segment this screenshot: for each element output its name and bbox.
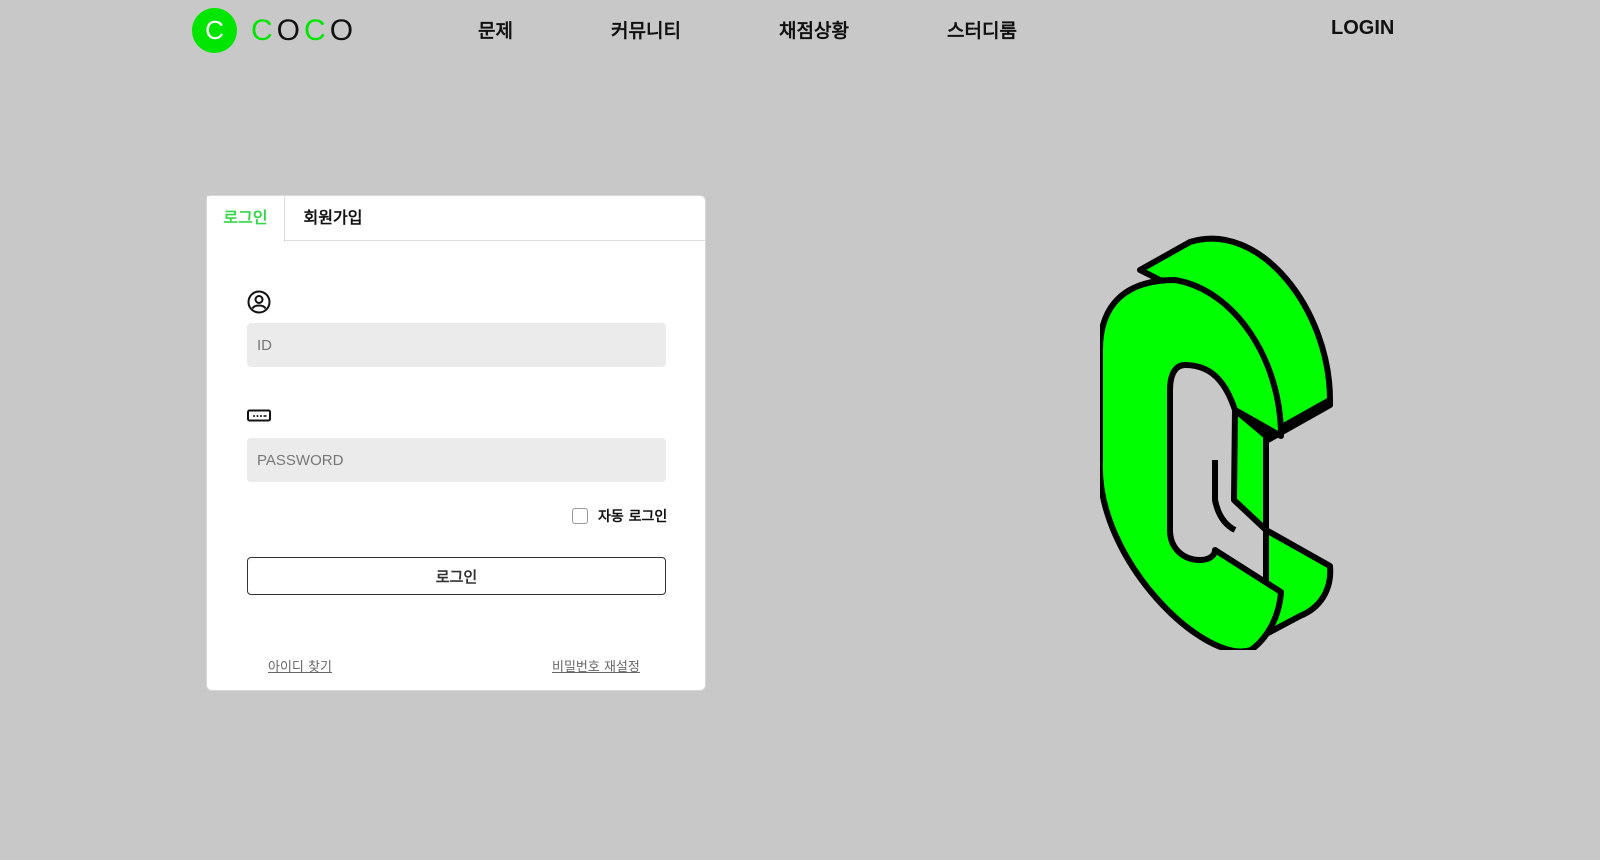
nav-community[interactable]: 커뮤니티 (611, 16, 681, 43)
logo-c-icon: C (192, 8, 237, 53)
tab-login[interactable]: 로그인 (207, 196, 285, 242)
brand-letter: O (276, 13, 305, 47)
reset-password-link[interactable]: 비밀번호 재설정 (552, 656, 640, 675)
top-header: C C O C O 문제 커뮤니티 채점상황 스터디룸 LOGIN (0, 0, 1600, 60)
brand-name: C O C O (251, 14, 357, 48)
id-input[interactable] (247, 323, 666, 367)
auth-tabs: 로그인 회원가입 (207, 196, 705, 242)
brand-letter: C (251, 13, 277, 47)
brand-logo[interactable]: C C O C O (192, 8, 357, 53)
nav-grading-status[interactable]: 채점상황 (779, 16, 849, 43)
login-card: 로그인 회원가입 자동 로그인 로그인 아이디 찾기 비밀번호 재설정 (206, 195, 706, 691)
password-input[interactable] (247, 438, 666, 482)
login-submit-button[interactable]: 로그인 (247, 557, 666, 595)
find-id-link[interactable]: 아이디 찾기 (268, 656, 332, 675)
brand-letter: O (329, 13, 358, 47)
auto-login-label: 자동 로그인 (598, 509, 668, 525)
password-icon (247, 408, 271, 427)
nav-problems[interactable]: 문제 (478, 16, 513, 43)
auto-login-option[interactable]: 자동 로그인 (572, 506, 667, 526)
tab-signup[interactable]: 회원가입 (285, 196, 381, 241)
auto-login-checkbox[interactable] (572, 508, 588, 524)
nav-study-room[interactable]: 스터디룸 (947, 16, 1017, 43)
hero-c-logo-illustration (1096, 230, 1370, 655)
header-login-link[interactable]: LOGIN (1331, 17, 1394, 40)
user-circle-icon (247, 290, 271, 318)
brand-letter: C (304, 13, 330, 47)
